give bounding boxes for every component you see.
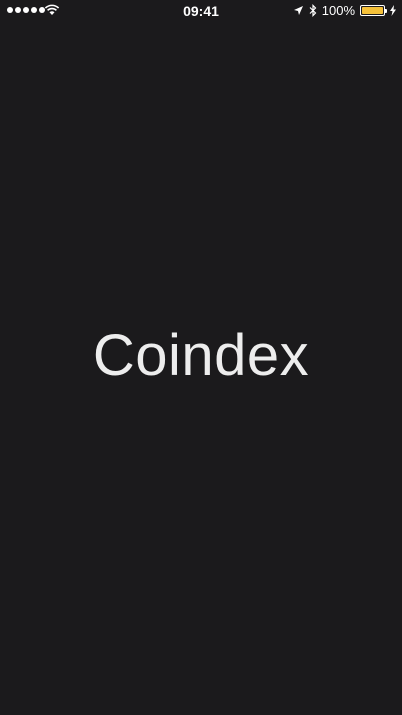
- status-bar: 09:41 100%: [0, 0, 402, 22]
- charging-bolt-icon: [390, 5, 396, 16]
- status-right-group: 100%: [293, 3, 396, 18]
- app-title: Coindex: [92, 323, 310, 388]
- battery-icon: [360, 5, 387, 16]
- splash-screen: 09:41 100% Coindex: [0, 0, 402, 715]
- battery-fill: [362, 7, 383, 14]
- bluetooth-icon: [309, 4, 317, 17]
- location-arrow-icon: [293, 6, 303, 15]
- battery-percentage: 100%: [321, 3, 355, 18]
